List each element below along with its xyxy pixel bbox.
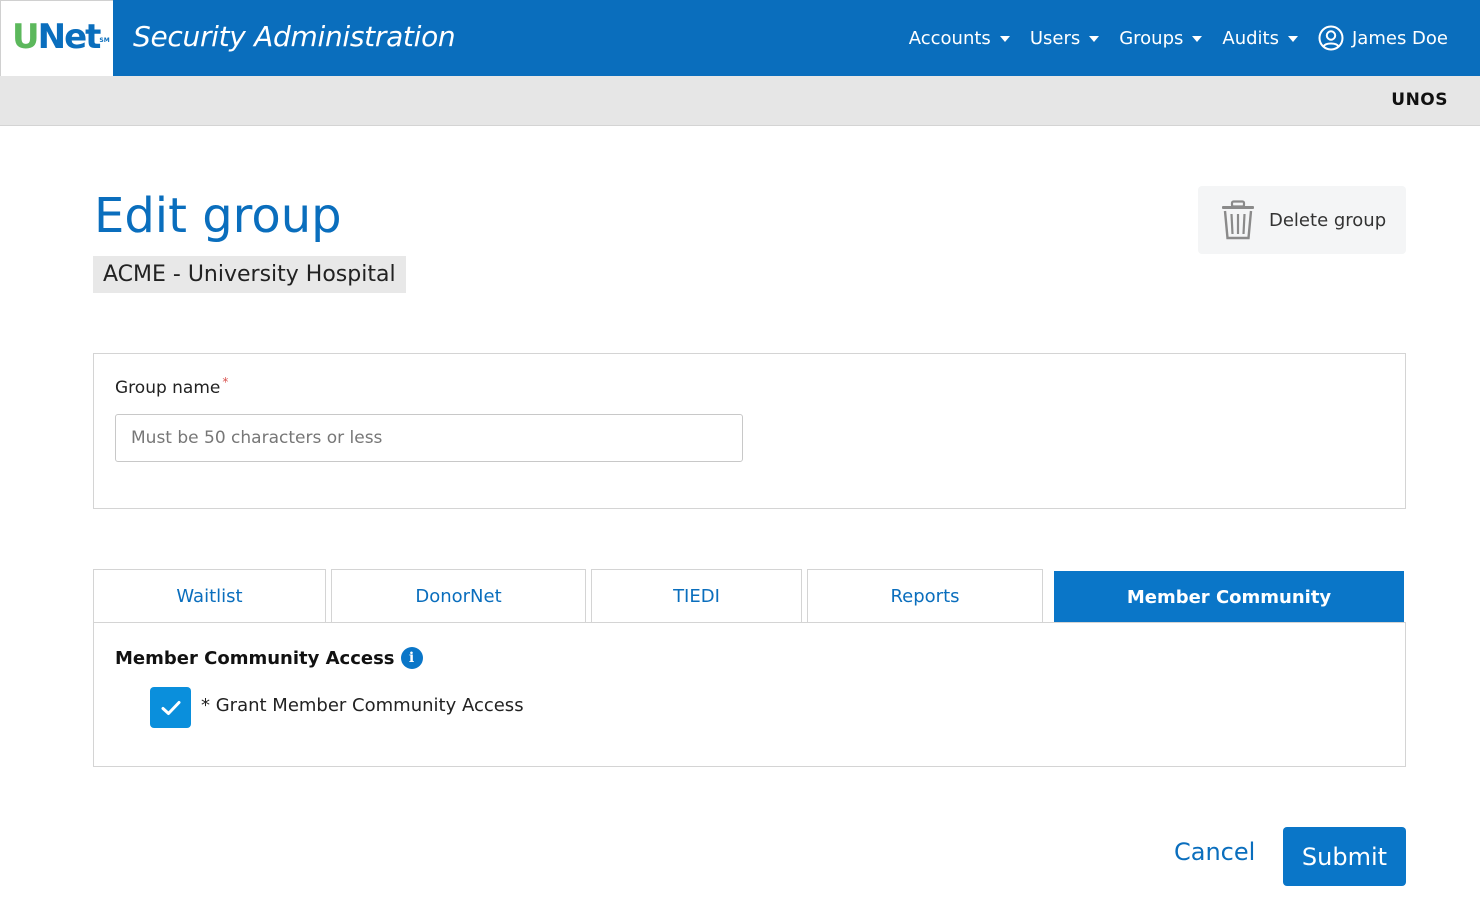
chevron-down-icon bbox=[1192, 35, 1203, 42]
organization-bar: UNOS bbox=[0, 76, 1480, 126]
tab-tiedi[interactable]: TIEDI bbox=[591, 569, 802, 623]
delete-group-label: Delete group bbox=[1269, 209, 1387, 231]
member-community-panel: Member Community Access i * Grant Member… bbox=[93, 622, 1406, 767]
chevron-down-icon bbox=[1288, 35, 1298, 42]
nav-accounts-dropdown[interactable]: Accounts bbox=[909, 28, 1010, 49]
section-heading-text: Member Community Access bbox=[115, 647, 395, 669]
unet-logo[interactable]: UNetSM bbox=[12, 17, 110, 57]
user-menu[interactable]: James Doe bbox=[1318, 25, 1448, 51]
user-circle-icon bbox=[1318, 25, 1344, 51]
group-name-label: Group name * bbox=[115, 375, 229, 398]
chevron-down-icon bbox=[999, 35, 1010, 42]
nav-groups-dropdown[interactable]: Groups bbox=[1119, 27, 1203, 49]
logo-trademark: SM bbox=[99, 37, 110, 44]
tab-member-community[interactable]: Member Community bbox=[1054, 571, 1404, 623]
tab-waitlist[interactable]: Waitlist bbox=[93, 569, 326, 623]
app-title: Security Administration bbox=[133, 20, 456, 53]
nav-users-dropdown[interactable]: Users bbox=[1029, 27, 1100, 49]
checkmark-icon bbox=[161, 700, 180, 715]
grant-access-checkbox[interactable] bbox=[150, 687, 191, 728]
nav-audits-label: Audits bbox=[1222, 27, 1279, 49]
group-name-panel: Group name * bbox=[93, 353, 1406, 509]
grant-access-label: * Grant Member Community Access bbox=[201, 695, 524, 716]
delete-group-button[interactable]: Delete group bbox=[1198, 186, 1406, 254]
info-icon[interactable]: i bbox=[400, 647, 423, 669]
group-name-label-text: Group name bbox=[115, 378, 221, 398]
top-navbar: UNetSM Security Administration Accounts … bbox=[0, 0, 1480, 76]
user-name: James Doe bbox=[1352, 27, 1448, 49]
chevron-down-icon bbox=[1089, 35, 1100, 42]
main-nav: Accounts Users Groups Audits James Doe bbox=[889, 0, 1448, 76]
tab-donornet[interactable]: DonorNet bbox=[331, 569, 586, 623]
section-heading: Member Community Access i bbox=[115, 647, 423, 669]
nav-users-label: Users bbox=[1029, 27, 1081, 49]
nav-accounts-label: Accounts bbox=[908, 27, 991, 49]
logo-container[interactable]: UNetSM bbox=[0, 0, 113, 76]
submit-button[interactable]: Submit bbox=[1283, 827, 1406, 886]
tab-reports[interactable]: Reports bbox=[807, 569, 1043, 623]
group-name-input[interactable] bbox=[115, 414, 743, 462]
page-title: Edit group bbox=[94, 188, 342, 244]
organization-name: UNOS bbox=[1391, 90, 1448, 110]
group-organization-label: ACME - University Hospital bbox=[93, 256, 406, 293]
logo-net: Net bbox=[37, 17, 102, 57]
required-marker: * bbox=[222, 375, 229, 389]
nav-audits-dropdown[interactable]: Audits bbox=[1222, 28, 1298, 49]
logo-u: U bbox=[12, 17, 40, 57]
cancel-button[interactable]: Cancel bbox=[1174, 838, 1255, 866]
trash-icon bbox=[1222, 200, 1254, 240]
nav-groups-label: Groups bbox=[1119, 27, 1184, 49]
